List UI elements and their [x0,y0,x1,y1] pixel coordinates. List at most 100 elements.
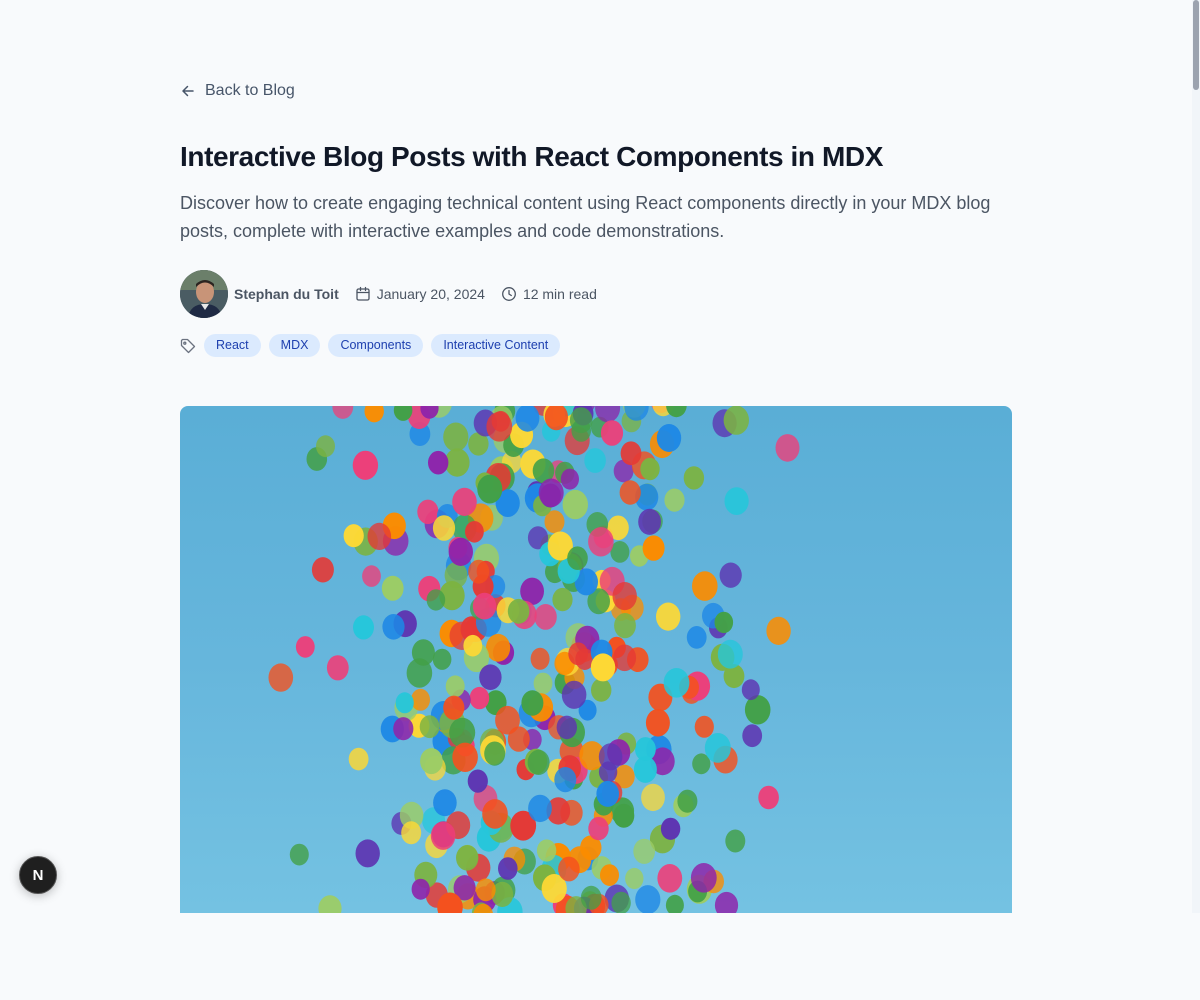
balloon [614,613,636,639]
balloon [554,767,577,793]
balloon [362,565,381,587]
balloon [353,615,374,640]
tag-react[interactable]: React [204,334,261,357]
balloon [495,705,520,735]
balloon [311,557,334,583]
post-title: Interactive Blog Posts with React Compon… [180,141,884,172]
balloon [456,845,479,871]
balloon [613,803,635,828]
balloon [527,749,550,775]
balloon [486,633,511,662]
balloon [645,709,670,737]
balloon [704,733,731,763]
balloon [536,839,557,862]
balloon [444,448,470,477]
balloon [411,688,430,711]
author-avatar [180,270,228,318]
balloon [719,562,742,588]
balloon [562,489,588,520]
balloon [714,611,734,634]
tag-components[interactable]: Components [328,334,424,357]
balloon [741,679,760,701]
balloon [479,664,502,690]
balloon [717,639,743,669]
tag-interactive-content[interactable]: Interactive Content [431,334,561,357]
balloon [432,515,456,541]
balloon [521,690,544,716]
balloon [596,780,619,807]
calendar-icon [356,286,370,301]
balloon [642,535,665,561]
hero-image [180,406,1012,913]
read-time-text: 12 min read [522,286,597,302]
balloon [316,435,335,458]
balloon [355,839,380,868]
balloon [367,522,392,550]
balloon [656,602,681,631]
balloon [683,466,705,490]
post-read-time: 12 min read [501,286,597,302]
balloon [620,441,642,466]
balloon [758,785,779,810]
tag-mdx[interactable]: MDX [268,334,321,357]
balloon [766,616,791,645]
balloon [352,450,379,480]
balloon [538,478,564,508]
balloon [656,424,682,452]
scrollbar[interactable] [1192,0,1200,913]
balloon [411,878,430,900]
balloon [666,406,687,418]
balloon [665,894,684,913]
balloon [448,537,473,566]
balloon [465,521,484,543]
balloon [484,741,506,766]
balloon [475,878,496,902]
balloon [430,821,456,850]
balloon [613,644,637,672]
balloon [507,598,530,624]
balloon [660,817,681,840]
balloon [567,546,588,570]
balloon [395,692,414,714]
balloon [714,891,739,913]
balloon [326,655,349,681]
balloon [467,769,488,793]
balloon [382,614,405,640]
balloon [332,406,354,419]
balloon [445,675,465,698]
balloon [420,748,443,775]
balloon [725,829,746,853]
post-date: January 20, 2024 [355,286,485,302]
balloon [561,680,587,709]
back-to-blog-link[interactable]: Back to Blog [180,82,295,100]
balloon [591,678,612,702]
balloon [443,422,469,452]
balloon [498,857,518,880]
balloon [411,639,435,666]
balloon [625,867,644,890]
nextjs-dev-indicator-button[interactable]: N [19,856,57,894]
clock-icon [501,287,516,301]
balloon [664,488,685,512]
balloon [590,653,616,682]
balloon [469,686,490,710]
balloon [677,789,698,813]
balloon [393,717,414,741]
balloon [638,508,661,535]
scrollbar-thumb[interactable] [1193,0,1199,90]
balloon [694,715,714,738]
balloon [588,816,609,841]
balloon [530,647,550,670]
balloon [556,715,577,740]
balloon [692,571,718,601]
balloon [558,856,580,882]
back-to-blog-label: Back to Blog [205,82,295,99]
balloon [463,634,483,657]
balloon [635,885,661,913]
balloon [443,695,465,720]
balloon [742,724,763,748]
balloon [612,582,637,611]
balloon [528,794,552,823]
balloon [560,468,579,490]
balloon [491,410,510,432]
